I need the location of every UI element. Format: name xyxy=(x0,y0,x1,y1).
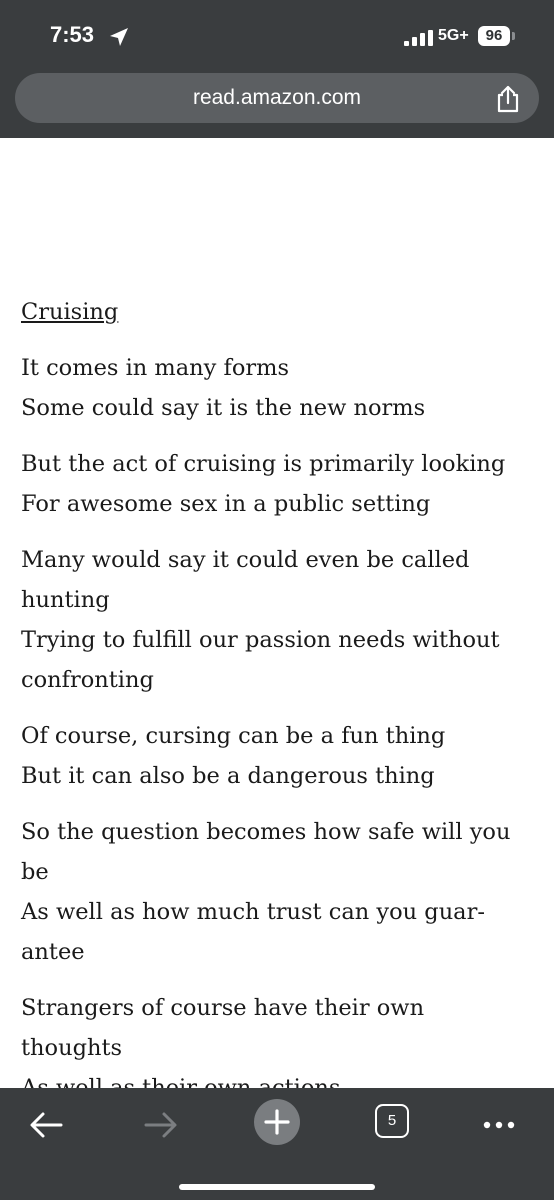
poem-line: Of course, cursing can be a fun thing xyxy=(21,723,446,749)
poem-line: For awesome sex in a public setting xyxy=(21,491,431,517)
browser-bottom-toolbar: 5 xyxy=(0,1088,554,1200)
book-content: Cruising It comes in many forms Some cou… xyxy=(21,292,541,1124)
poem-line: But it can also be a dangerous thing xyxy=(21,763,435,789)
share-icon[interactable] xyxy=(495,85,521,113)
stanza: It comes in many forms Some could say it… xyxy=(21,348,541,428)
stanza: But the act of cruising is primarily loo… xyxy=(21,444,541,524)
poem-line: Many would say it could even be called xyxy=(21,547,470,573)
battery-indicator: 96 xyxy=(478,26,510,46)
stanza: Of course, cursing can be a fun thing Bu… xyxy=(21,716,541,796)
status-time: 7:53 xyxy=(50,22,95,47)
poem-line: hunting xyxy=(21,587,110,613)
poem-line: antee xyxy=(21,939,85,965)
poem-line: It comes in many forms xyxy=(21,355,290,381)
poem-line: So the question becomes how safe will yo… xyxy=(21,819,511,845)
network-type: 5G+ xyxy=(438,27,469,44)
forward-arrow-icon[interactable] xyxy=(138,1104,184,1146)
poem-line: be xyxy=(21,859,49,885)
home-indicator[interactable] xyxy=(179,1184,375,1190)
back-arrow-icon[interactable] xyxy=(23,1104,69,1146)
plus-icon[interactable] xyxy=(253,1098,301,1146)
stanza: Many would say it could even be called h… xyxy=(21,540,541,700)
signal-icon xyxy=(404,30,433,46)
url-text[interactable]: read.amazon.com xyxy=(15,73,539,123)
address-bar[interactable]: read.amazon.com xyxy=(15,73,539,123)
poem-line: Strangers of course have their own xyxy=(21,995,425,1021)
browser-top-bar: 7:53 5G+ 96 read.amazon.com xyxy=(0,0,554,138)
poem-line: Some could say it is the new norms xyxy=(21,395,426,421)
poem-line: confronting xyxy=(21,667,154,693)
poem-line: But the act of cruising is primarily loo… xyxy=(21,451,506,477)
stanza: So the question becomes how safe will yo… xyxy=(21,812,541,972)
poem-line: Trying to fulfill our passion needs with… xyxy=(21,627,500,653)
tabs-icon[interactable]: 5 xyxy=(375,1104,409,1138)
poem-line: As well as how much trust can you guar- xyxy=(21,899,485,925)
battery-cap xyxy=(512,32,515,40)
location-arrow-icon xyxy=(110,28,128,46)
more-icon[interactable] xyxy=(476,1104,522,1146)
poem-line: thoughts xyxy=(21,1035,123,1061)
poem-title: Cruising xyxy=(21,299,119,325)
